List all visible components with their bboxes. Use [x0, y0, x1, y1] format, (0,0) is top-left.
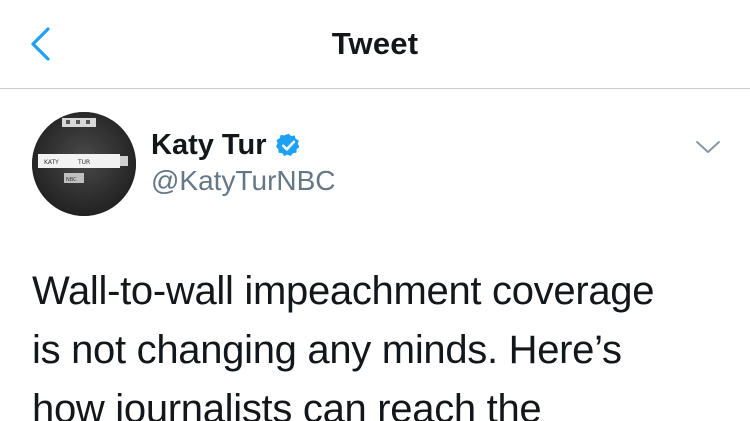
avatar-image: KATY TUR NBC — [32, 112, 136, 216]
page-title: Tweet — [331, 26, 419, 61]
verified-badge-icon — [276, 133, 300, 156]
tweet-text-line: how journalists can reach the — [32, 387, 542, 421]
chevron-down-icon — [696, 141, 720, 153]
tweet-text-line: Wall-to-wall impeachment coverage — [32, 269, 655, 313]
avatar-text-1: KATY — [44, 159, 59, 166]
author-handle[interactable]: @KatyTurNBC — [151, 165, 336, 197]
tweet-text: Wall-to-wall impeachment coverage is not… — [32, 262, 732, 421]
avatar-text-2: TUR — [77, 159, 90, 166]
navigation-bar: Tweet — [0, 0, 750, 89]
tweet-text-line: is not changing any minds. Here’s — [32, 328, 622, 372]
author-name-row[interactable]: Katy Tur — [151, 127, 302, 163]
more-options-button[interactable] — [690, 132, 726, 162]
avatar-text-3: NBC — [66, 177, 77, 183]
avatar[interactable]: KATY TUR NBC — [32, 112, 136, 216]
display-name[interactable]: Katy Tur — [151, 129, 266, 162]
tweet-detail-screen: Tweet KATY TUR NBC Katy Tur @KatyTurNBC … — [0, 0, 750, 421]
